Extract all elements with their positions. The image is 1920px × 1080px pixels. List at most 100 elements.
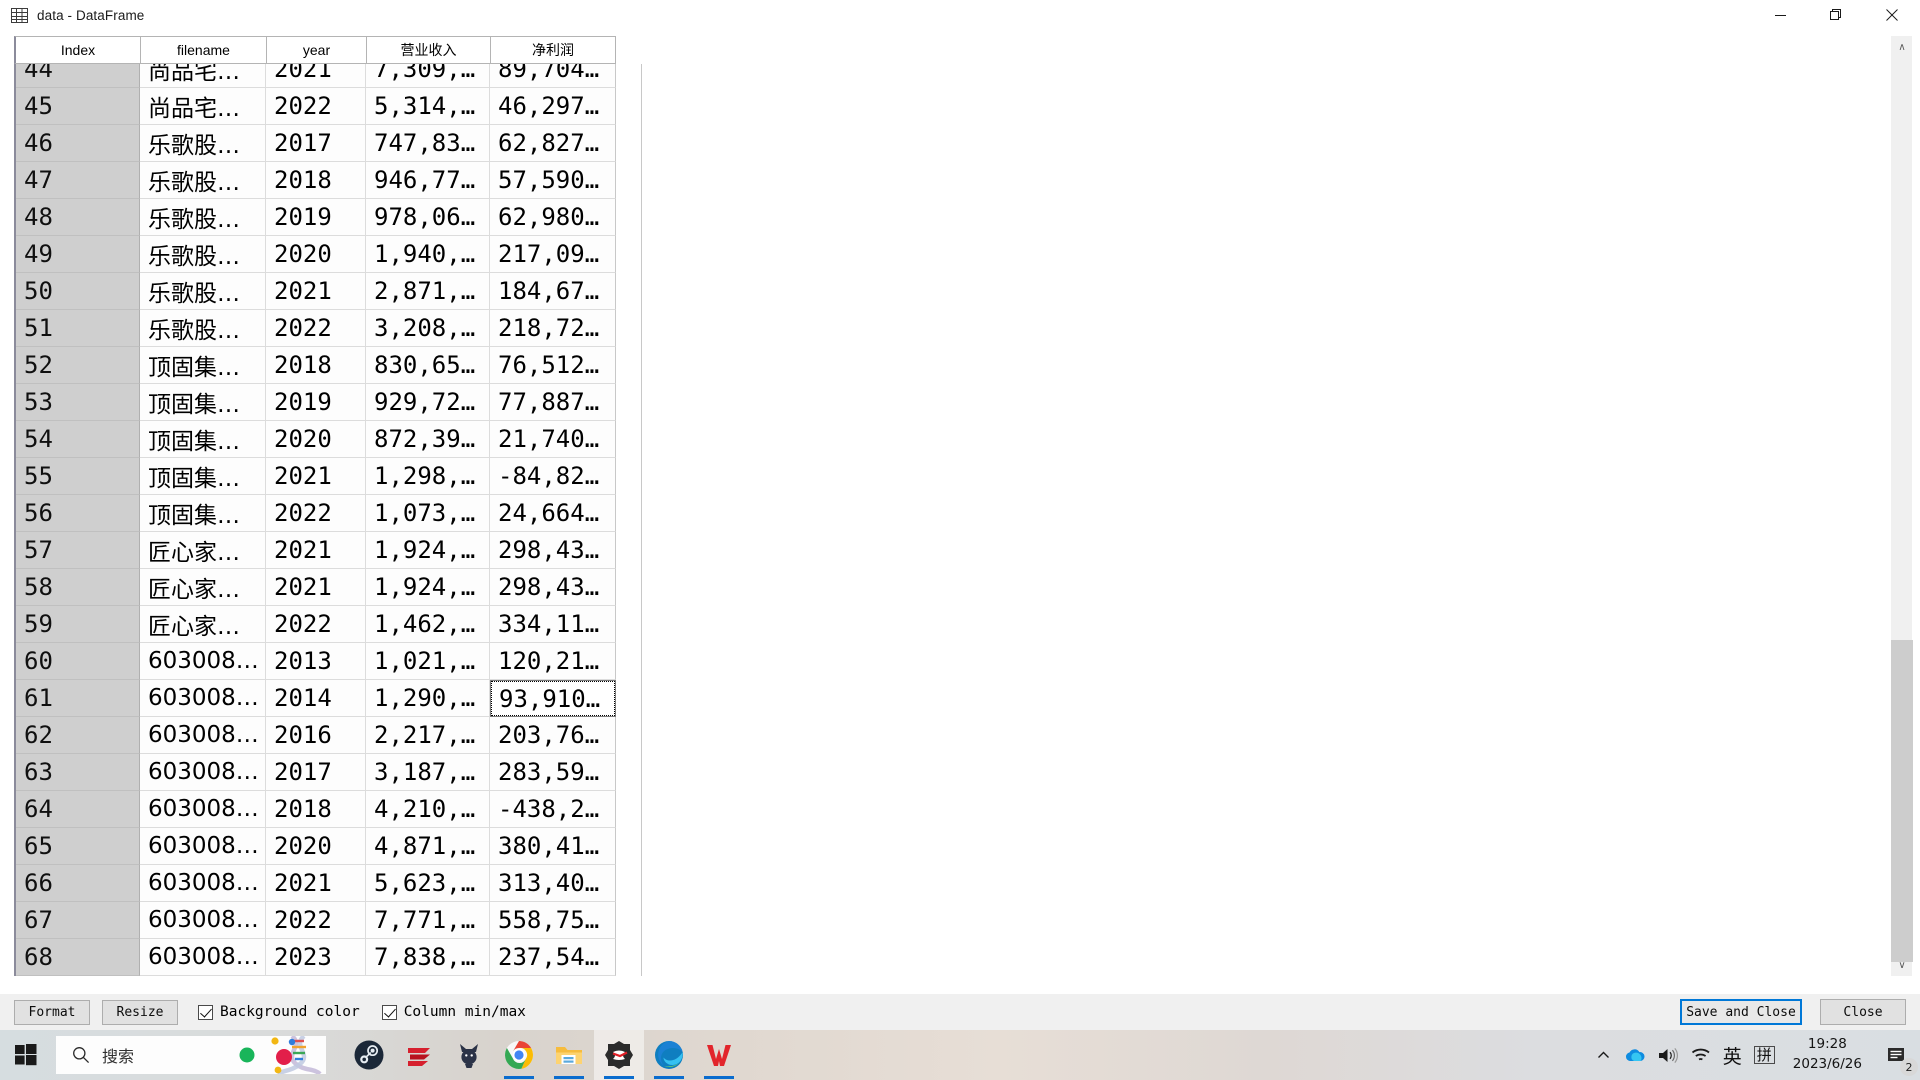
vertical-scrollbar[interactable]: ∧ ∨ xyxy=(1890,36,1913,976)
revenue-cell[interactable]: 2,871,… xyxy=(366,273,490,310)
save-and-close-button[interactable]: Save and Close xyxy=(1680,999,1802,1025)
format-button[interactable]: Format xyxy=(14,999,90,1025)
tray-overflow-button[interactable] xyxy=(1590,1030,1617,1080)
profit-cell[interactable]: 62,980… xyxy=(490,199,616,236)
minimize-button[interactable] xyxy=(1752,0,1808,30)
profit-cell[interactable]: 93,910… xyxy=(490,680,616,717)
revenue-cell[interactable]: 4,210,… xyxy=(366,791,490,828)
table-row[interactable]: 61 603008… 2014 1,290,… 93,910… xyxy=(16,680,641,717)
scroll-down-arrow-icon[interactable]: ∨ xyxy=(1891,954,1913,976)
table-row[interactable]: 59 匠心家… 2022 1,462,… 334,11… xyxy=(16,606,641,643)
revenue-cell[interactable]: 7,309,… xyxy=(366,64,490,88)
profit-cell[interactable]: 21,740… xyxy=(490,421,616,458)
table-row[interactable]: 53 顶固集… 2019 929,72… 77,887… xyxy=(16,384,641,421)
revenue-cell[interactable]: 3,208,… xyxy=(366,310,490,347)
profit-cell[interactable]: 298,43… xyxy=(490,532,616,569)
column-header-index[interactable]: Index xyxy=(14,36,140,64)
filename-cell[interactable]: 顶固集… xyxy=(140,384,266,421)
table-row[interactable]: 67 603008… 2022 7,771,… 558,75… xyxy=(16,902,641,939)
profit-cell[interactable]: 283,59… xyxy=(490,754,616,791)
taskbar-search-box[interactable]: 搜索 xyxy=(56,1036,326,1074)
close-button[interactable]: Close xyxy=(1820,999,1906,1025)
revenue-cell[interactable]: 1,940,… xyxy=(366,236,490,273)
profit-cell[interactable]: 46,297… xyxy=(490,88,616,125)
year-cell[interactable]: 2023 xyxy=(266,939,366,976)
filename-cell[interactable]: 乐歌股… xyxy=(140,199,266,236)
table-row[interactable]: 64 603008… 2018 4,210,… -438,2… xyxy=(16,791,641,828)
table-row[interactable]: 57 匠心家… 2021 1,924,… 298,43… xyxy=(16,532,641,569)
profit-cell[interactable]: 217,09… xyxy=(490,236,616,273)
year-cell[interactable]: 2021 xyxy=(266,865,366,902)
filename-cell[interactable]: 乐歌股… xyxy=(140,273,266,310)
year-cell[interactable]: 2016 xyxy=(266,717,366,754)
table-row[interactable]: 44 尚品宅… 2021 7,309,… 89,704… xyxy=(16,64,641,88)
filename-cell[interactable]: 603008… xyxy=(140,680,266,717)
column-header-year[interactable]: year xyxy=(266,36,366,64)
table-row[interactable]: 68 603008… 2023 7,838,… 237,54… xyxy=(16,939,641,976)
close-window-button[interactable] xyxy=(1864,0,1920,30)
profit-cell[interactable]: 89,704… xyxy=(490,64,616,88)
revenue-cell[interactable]: 2,217,… xyxy=(366,717,490,754)
taskbar-app-file-explorer[interactable] xyxy=(544,1030,594,1080)
filename-cell[interactable]: 尚品宅… xyxy=(140,64,266,88)
year-cell[interactable]: 2021 xyxy=(266,458,366,495)
year-cell[interactable]: 2020 xyxy=(266,236,366,273)
year-cell[interactable]: 2021 xyxy=(266,569,366,606)
revenue-cell[interactable]: 1,290,… xyxy=(366,680,490,717)
filename-cell[interactable]: 603008… xyxy=(140,902,266,939)
revenue-cell[interactable]: 4,871,… xyxy=(366,828,490,865)
table-row[interactable]: 46 乐歌股… 2017 747,83… 62,827… xyxy=(16,125,641,162)
profit-cell[interactable]: 203,76… xyxy=(490,717,616,754)
table-row[interactable]: 58 匠心家… 2021 1,924,… 298,43… xyxy=(16,569,641,606)
horizontal-scrollbar[interactable] xyxy=(14,978,1890,992)
year-cell[interactable]: 2022 xyxy=(266,495,366,532)
profit-cell[interactable]: 24,664… xyxy=(490,495,616,532)
filename-cell[interactable]: 匠心家… xyxy=(140,532,266,569)
profit-cell[interactable]: 334,11… xyxy=(490,606,616,643)
tray-language-indicator[interactable]: 英 xyxy=(1717,1030,1748,1080)
table-row[interactable]: 51 乐歌股… 2022 3,208,… 218,72… xyxy=(16,310,641,347)
revenue-cell[interactable]: 7,771,… xyxy=(366,902,490,939)
scroll-up-arrow-icon[interactable]: ∧ xyxy=(1891,36,1913,58)
filename-cell[interactable]: 603008… xyxy=(140,791,266,828)
year-cell[interactable]: 2019 xyxy=(266,384,366,421)
filename-cell[interactable]: 顶固集… xyxy=(140,421,266,458)
profit-cell[interactable]: 184,67… xyxy=(490,273,616,310)
filename-cell[interactable]: 603008… xyxy=(140,643,266,680)
table-row[interactable]: 54 顶固集… 2020 872,39… 21,740… xyxy=(16,421,641,458)
table-row[interactable]: 49 乐歌股… 2020 1,940,… 217,09… xyxy=(16,236,641,273)
taskbar-app-microsoft-edge[interactable] xyxy=(644,1030,694,1080)
filename-cell[interactable]: 乐歌股… xyxy=(140,236,266,273)
table-row[interactable]: 63 603008… 2017 3,187,… 283,59… xyxy=(16,754,641,791)
maximize-restore-button[interactable] xyxy=(1808,0,1864,30)
year-cell[interactable]: 2021 xyxy=(266,532,366,569)
year-cell[interactable]: 2020 xyxy=(266,828,366,865)
year-cell[interactable]: 2014 xyxy=(266,680,366,717)
filename-cell[interactable]: 乐歌股… xyxy=(140,125,266,162)
revenue-cell[interactable]: 1,924,… xyxy=(366,569,490,606)
revenue-cell[interactable]: 7,838,… xyxy=(366,939,490,976)
filename-cell[interactable]: 顶固集… xyxy=(140,495,266,532)
table-row[interactable]: 62 603008… 2016 2,217,… 203,76… xyxy=(16,717,641,754)
resize-button[interactable]: Resize xyxy=(102,999,178,1025)
table-row[interactable]: 56 顶固集… 2022 1,073,… 24,664… xyxy=(16,495,641,532)
year-cell[interactable]: 2022 xyxy=(266,606,366,643)
revenue-cell[interactable]: 830,65… xyxy=(366,347,490,384)
revenue-cell[interactable]: 1,073,… xyxy=(366,495,490,532)
tray-wifi-icon[interactable] xyxy=(1684,1030,1717,1080)
revenue-cell[interactable]: 1,924,… xyxy=(366,532,490,569)
table-row[interactable]: 66 603008… 2021 5,623,… 313,40… xyxy=(16,865,641,902)
revenue-cell[interactable]: 1,462,… xyxy=(366,606,490,643)
table-row[interactable]: 52 顶固集… 2018 830,65… 76,512… xyxy=(16,347,641,384)
table-row[interactable]: 60 603008… 2013 1,021,… 120,21… xyxy=(16,643,641,680)
revenue-cell[interactable]: 5,623,… xyxy=(366,865,490,902)
filename-cell[interactable]: 603008… xyxy=(140,754,266,791)
profit-cell[interactable]: 298,43… xyxy=(490,569,616,606)
filename-cell[interactable]: 乐歌股… xyxy=(140,162,266,199)
column-header-revenue[interactable]: 营业收入 xyxy=(366,36,490,64)
tray-onedrive-icon[interactable] xyxy=(1617,1030,1651,1080)
revenue-cell[interactable]: 946,77… xyxy=(366,162,490,199)
taskbar-app-steam[interactable] xyxy=(344,1030,394,1080)
taskbar-app-express-vpn[interactable] xyxy=(394,1030,444,1080)
year-cell[interactable]: 2017 xyxy=(266,754,366,791)
